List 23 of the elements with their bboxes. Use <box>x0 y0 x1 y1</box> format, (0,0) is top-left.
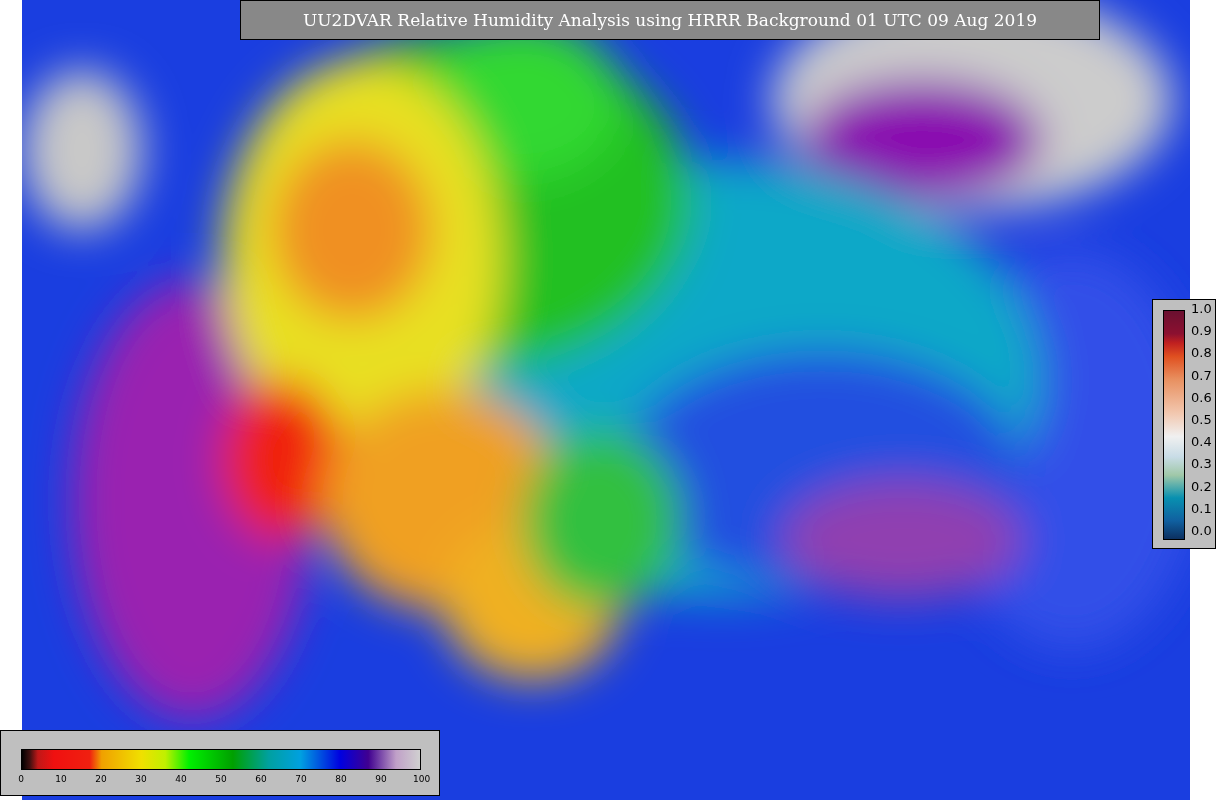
colorbar-tick-label: 10 <box>54 774 68 784</box>
colorbar-tick-label: 0.6 <box>1191 389 1212 406</box>
colorbar-tick-label: 0 <box>17 774 25 784</box>
colorbar-tick-label: 50 <box>214 774 228 784</box>
colorbar-tick-label: 80 <box>334 774 348 784</box>
colorbar-tick-label: 100 <box>413 774 429 784</box>
colorbar-tick-label: 0.1 <box>1191 500 1212 517</box>
colorbar-tick-label: 60 <box>254 774 268 784</box>
map-title: UU2DVAR Relative Humidity Analysis using HRRR Background 01 UTC 09 Aug 2019 <box>240 0 1100 40</box>
colorbar-tick-label: 0.2 <box>1191 478 1212 495</box>
colorbar-tick-label: 20 <box>94 774 108 784</box>
colorbar-tick-label: 0.4 <box>1191 434 1212 451</box>
colorbar-tick-label: 90 <box>374 774 388 784</box>
colorbar-tick-label: 0.9 <box>1191 323 1212 340</box>
colorbar-tick-label: 1.0 <box>1191 301 1212 317</box>
colorbar-tick-label: 0.5 <box>1191 411 1212 428</box>
colorbar-tick-label: 30 <box>134 774 148 784</box>
colorbar-tick-label: 0.7 <box>1191 367 1212 384</box>
colorbar-tick-label: 0.0 <box>1191 522 1212 539</box>
colorbar-tick-label: 0.8 <box>1191 345 1212 362</box>
colorbar-tick-label: 70 <box>294 774 308 784</box>
colorbar-tick-label: 0.3 <box>1191 456 1212 473</box>
colorbar-tick-label: 40 <box>174 774 188 784</box>
